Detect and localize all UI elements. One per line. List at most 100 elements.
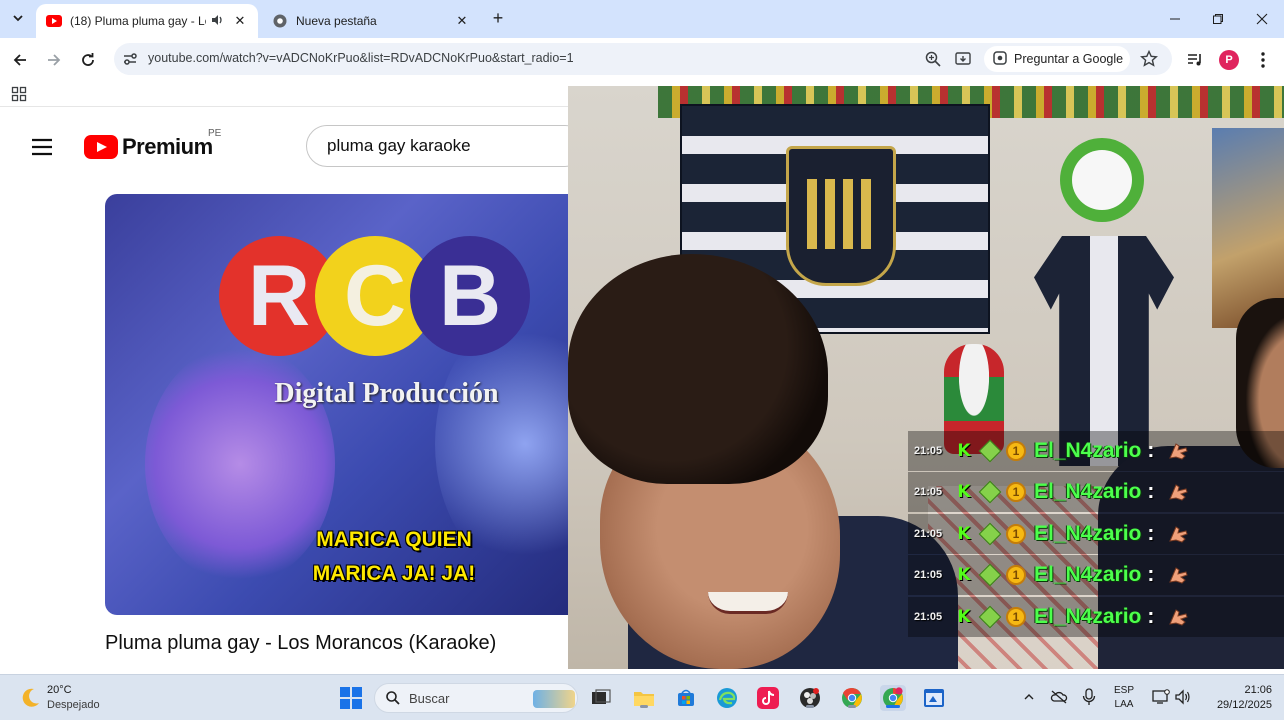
weather-description[interactable]: Despejado (47, 699, 100, 711)
new-tab-button[interactable]: + (486, 8, 510, 30)
tiktok-button[interactable] (755, 685, 781, 711)
chat-username[interactable]: El_N4zario (1034, 563, 1141, 587)
lyric-line: MARICA QUIEN (316, 528, 472, 551)
coin-badge-icon: 1 (1006, 607, 1026, 627)
tab-title: Nueva pestaña (296, 14, 377, 28)
brand-label: Premium (122, 134, 213, 159)
weather-temperature[interactable]: 20°C (47, 684, 72, 696)
hand-emote-icon (1169, 567, 1189, 584)
language-code: ESP (1114, 685, 1135, 696)
kick-badge-icon: K (957, 441, 971, 461)
volume-button[interactable] (1172, 686, 1194, 708)
windows-logo-icon (340, 687, 362, 709)
zoom-icon[interactable] (924, 50, 942, 68)
youtube-play-icon (84, 135, 118, 159)
youtube-icon (46, 13, 62, 29)
video-player[interactable]: R C B Digital Producción MARICA QUIEN MA… (105, 194, 585, 615)
task-view-button[interactable] (588, 685, 614, 711)
edge-button[interactable] (714, 685, 740, 711)
back-button[interactable] (6, 46, 34, 74)
obs-button[interactable] (797, 685, 823, 711)
coin-badge-icon: 1 (1006, 524, 1026, 544)
chrome-profile-button[interactable] (880, 685, 906, 711)
chat-separator: : (1147, 439, 1155, 462)
reload-button[interactable] (74, 46, 102, 74)
edge-icon (717, 688, 737, 708)
tiktok-icon (757, 687, 779, 709)
minimize-button[interactable] (1160, 8, 1190, 30)
start-button[interactable] (338, 685, 364, 711)
chevron-up-icon (1024, 694, 1034, 700)
close-window-button[interactable] (1247, 8, 1277, 30)
apps-grid-icon[interactable] (11, 86, 27, 102)
hand-emote-icon (1169, 526, 1189, 543)
chrome-menu-button[interactable] (1251, 48, 1275, 72)
restore-icon (1213, 14, 1223, 24)
input-language-button[interactable]: ESP LAA (1114, 684, 1134, 712)
cloud-off-icon (1050, 690, 1068, 704)
chat-username[interactable]: El_N4zario (1034, 439, 1141, 463)
diamond-badge-icon (978, 605, 1002, 629)
lyric-line: MARICA JA! JA! (312, 562, 476, 585)
tab-search-button[interactable] (6, 6, 30, 30)
club-crest (786, 146, 896, 286)
store-button[interactable] (673, 685, 699, 711)
file-explorer-button[interactable] (631, 685, 657, 711)
running-indicator (886, 705, 900, 708)
wall-clock (1060, 138, 1144, 222)
tab-title: (18) Pluma pluma gay - Los (70, 14, 206, 28)
address-bar[interactable]: youtube.com/watch?v=vADCNoKrPuo&list=RDv… (114, 43, 1172, 75)
close-tab-icon[interactable]: ✕ (232, 13, 248, 29)
forward-button[interactable] (40, 46, 68, 74)
clock-time: 21:06 (1244, 684, 1272, 696)
kick-badge-icon: K (957, 565, 971, 585)
avatar: P (1219, 50, 1239, 70)
search-placeholder: Buscar (409, 691, 450, 706)
microphone-button[interactable] (1078, 686, 1100, 708)
hamburger-menu-icon[interactable] (30, 135, 54, 159)
arrow-left-icon (13, 54, 26, 66)
search-icon (385, 690, 401, 706)
install-app-icon[interactable] (954, 50, 972, 68)
tab-youtube[interactable]: (18) Pluma pluma gay - Los ✕ (36, 4, 258, 38)
moon-weather-icon[interactable] (18, 686, 42, 710)
chrome-icon (272, 13, 288, 29)
country-code: PE (208, 128, 222, 139)
coin-badge-icon: 1 (1006, 482, 1026, 502)
chat-username[interactable]: El_N4zario (1034, 605, 1141, 629)
chat-message: 21:05 K 1 El_N4zario : (908, 597, 1284, 637)
restore-button[interactable] (1203, 8, 1233, 30)
kick-badge-icon: K (957, 607, 971, 627)
chat-message: 21:05 K 1 El_N4zario : (908, 555, 1284, 595)
bookmark-star-icon[interactable] (1139, 49, 1159, 69)
diamond-badge-icon (978, 522, 1002, 546)
url-text[interactable]: youtube.com/watch?v=vADCNoKrPuo&list=RDv… (148, 51, 574, 65)
ask-google-button[interactable]: Preguntar a Google (984, 46, 1130, 72)
chat-time: 21:05 (914, 569, 943, 581)
coin-badge-icon: 1 (1006, 565, 1026, 585)
close-tab-icon[interactable]: ✕ (454, 13, 470, 29)
taskbar-search[interactable]: Buscar (374, 683, 578, 713)
display-button[interactable] (1150, 686, 1172, 708)
network-button[interactable] (1048, 686, 1070, 708)
hand-emote-icon (1169, 443, 1189, 460)
speaker-icon (1175, 689, 1190, 705)
show-hidden-icons-button[interactable] (1018, 686, 1040, 708)
chat-message: 21:05 K 1 El_N4zario : (908, 472, 1284, 512)
speaker-icon[interactable] (210, 13, 226, 30)
media-controls-button[interactable] (1183, 48, 1207, 72)
search-input[interactable]: pluma gay karaoke (306, 125, 586, 167)
chat-message: 21:05 K 1 El_N4zario : (908, 431, 1284, 471)
app-button[interactable] (921, 685, 947, 711)
youtube-premium-logo[interactable]: Premium PE (84, 128, 221, 160)
chat-username[interactable]: El_N4zario (1034, 480, 1141, 504)
chrome-button[interactable] (839, 685, 865, 711)
kick-badge-icon: K (957, 524, 971, 544)
chat-username[interactable]: El_N4zario (1034, 522, 1141, 546)
chat-separator: : (1147, 480, 1155, 503)
profile-button[interactable]: P (1217, 48, 1241, 72)
chat-time: 21:05 (914, 486, 943, 498)
site-info-icon[interactable] (122, 51, 138, 67)
tab-new[interactable]: Nueva pestaña ✕ (262, 4, 480, 38)
coin-badge-icon: 1 (1006, 441, 1026, 461)
